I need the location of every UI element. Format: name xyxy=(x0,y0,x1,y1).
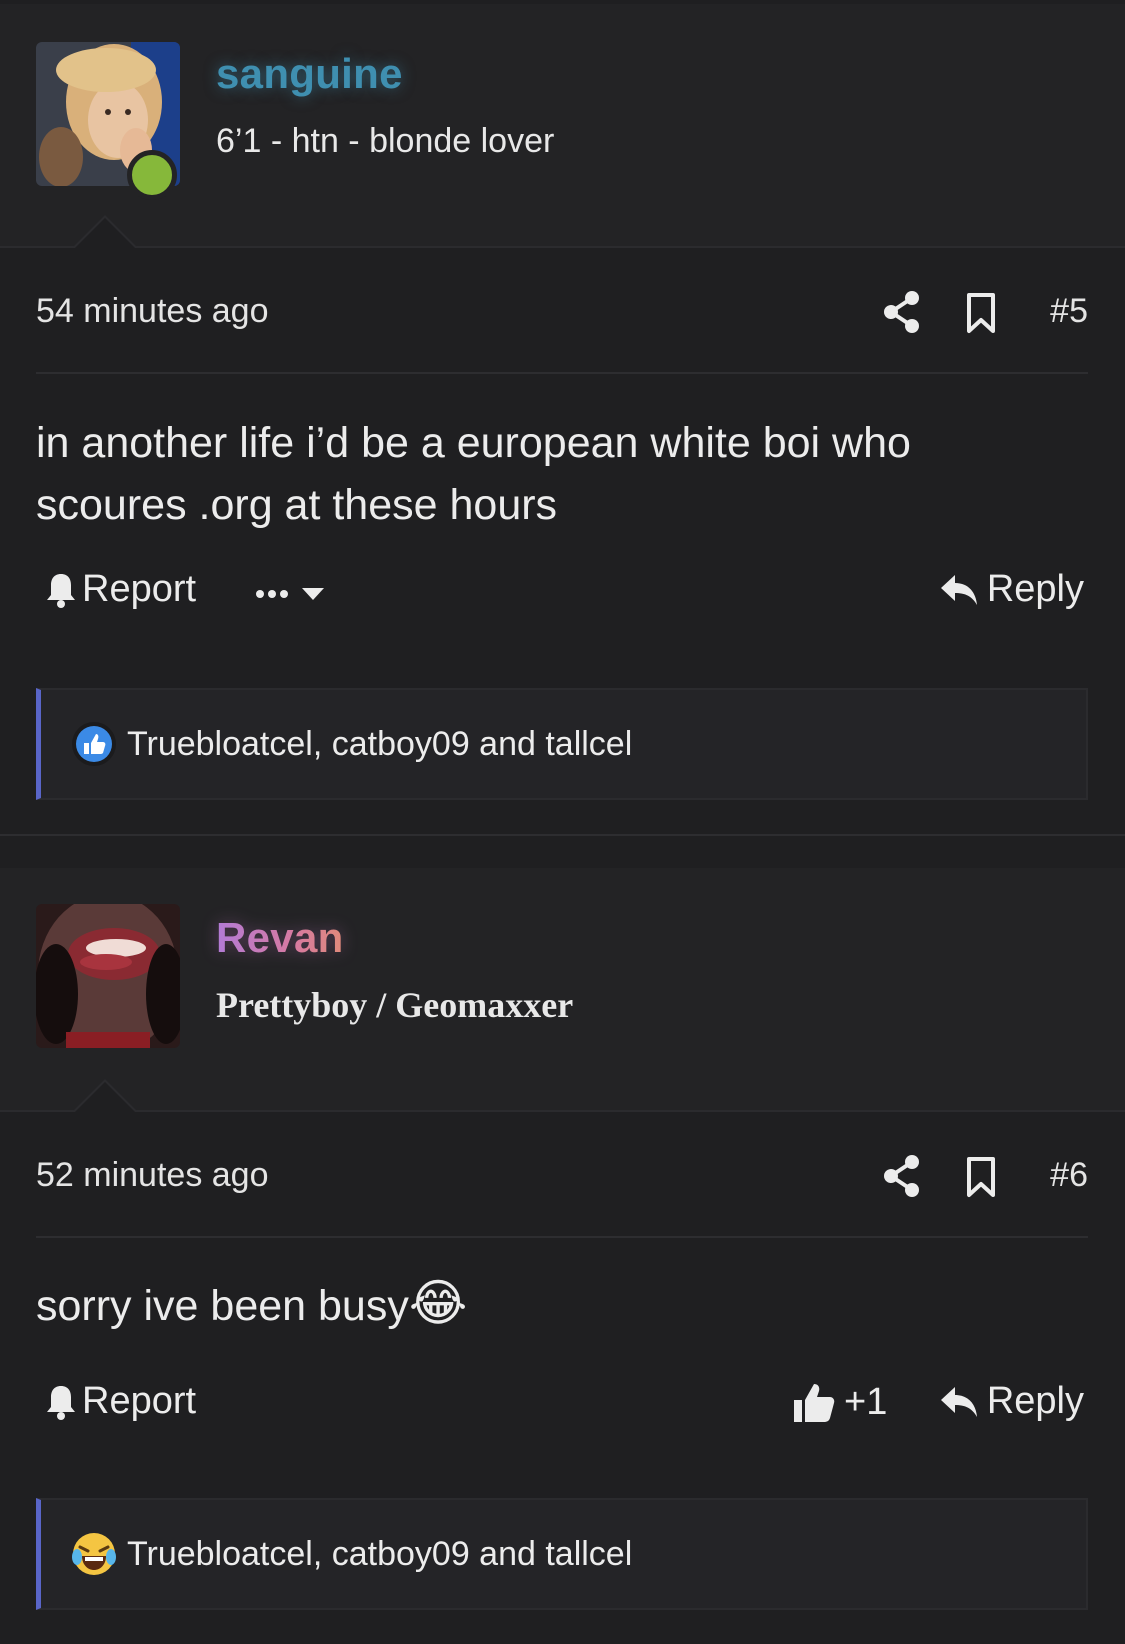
post-actions: Report Reply xyxy=(36,568,1088,624)
reply-icon xyxy=(940,1386,977,1417)
reply-icon xyxy=(940,574,977,605)
more-dots-icon xyxy=(256,588,324,600)
post-timestamp[interactable]: 54 minutes ago xyxy=(36,292,269,331)
post-separator xyxy=(0,834,1125,836)
post-body: 54 minutes ago #5 in another life i’d be… xyxy=(0,215,1125,834)
reaction-users[interactable]: Truebloatcel, catboy09 and tallcel xyxy=(127,1535,632,1574)
reply-button[interactable]: Reply xyxy=(939,568,1084,611)
more-options-button[interactable] xyxy=(252,584,332,608)
post-number[interactable]: #6 xyxy=(1050,1156,1088,1195)
share-icon[interactable] xyxy=(882,290,922,334)
user-title: 6’1 - htn - blonde lover xyxy=(216,122,555,160)
post-meta: 54 minutes ago #5 xyxy=(36,290,1088,342)
like-count: +1 xyxy=(844,1380,888,1423)
post-number[interactable]: #5 xyxy=(1050,292,1088,331)
report-label: Report xyxy=(82,568,197,610)
laugh-reaction-icon xyxy=(72,1533,116,1575)
post-message: sorry ive been busy😂 xyxy=(36,1272,1088,1337)
post-meta: 52 minutes ago #6 xyxy=(36,1154,1088,1206)
username[interactable]: sanguine xyxy=(216,50,403,98)
message-line: scoures .org at these hours xyxy=(36,481,558,529)
reactions-bar[interactable]: Truebloatcel, catboy09 and tallcel xyxy=(36,1498,1088,1610)
divider xyxy=(36,1236,1088,1238)
message-text: sorry ive been busy xyxy=(36,1282,409,1330)
post-timestamp[interactable]: 52 minutes ago xyxy=(36,1156,269,1195)
bell-icon xyxy=(47,573,75,608)
reply-button[interactable]: Reply xyxy=(939,1380,1084,1423)
reply-label: Reply xyxy=(986,1380,1084,1422)
post-body: 52 minutes ago #6 sorry ive been busy😂 R… xyxy=(0,1079,1125,1638)
username[interactable]: Revan xyxy=(216,914,344,962)
avatar[interactable] xyxy=(36,904,180,1048)
post-5: sanguine 6’1 - htn - blonde lover 54 min… xyxy=(0,4,1125,834)
like-reaction-icon xyxy=(72,722,116,766)
bell-icon xyxy=(47,1385,75,1420)
post-message: in another life i’d be a european white … xyxy=(36,412,1088,536)
post-actions: Report +1 Reply xyxy=(36,1380,1088,1436)
reactions-bar[interactable]: Truebloatcel, catboy09 and tallcel xyxy=(36,688,1088,800)
message-line: in another life i’d be a european white … xyxy=(36,419,911,467)
post-6: Revan Prettyboy / Geomaxxer 52 minutes a… xyxy=(0,868,1125,1638)
bookmark-icon[interactable] xyxy=(966,1156,996,1198)
share-icon[interactable] xyxy=(882,1154,922,1198)
divider xyxy=(36,372,1088,374)
thumbs-up-icon xyxy=(794,1384,835,1422)
report-button[interactable]: Report xyxy=(44,568,196,611)
laughing-emoji-icon: 😂 xyxy=(408,1275,468,1331)
reaction-users[interactable]: Truebloatcel, catboy09 and tallcel xyxy=(127,725,632,764)
user-title: Prettyboy / Geomaxxer xyxy=(216,985,574,1025)
bookmark-icon[interactable] xyxy=(966,292,996,334)
post-user-header: Revan Prettyboy / Geomaxxer xyxy=(0,868,1125,1108)
report-button[interactable]: Report xyxy=(44,1380,196,1423)
post-user-header: sanguine 6’1 - htn - blonde lover xyxy=(0,4,1125,244)
report-label: Report xyxy=(82,1380,197,1422)
online-status-indicator xyxy=(127,150,177,200)
reply-label: Reply xyxy=(986,568,1084,610)
like-button[interactable]: +1 xyxy=(792,1380,887,1424)
